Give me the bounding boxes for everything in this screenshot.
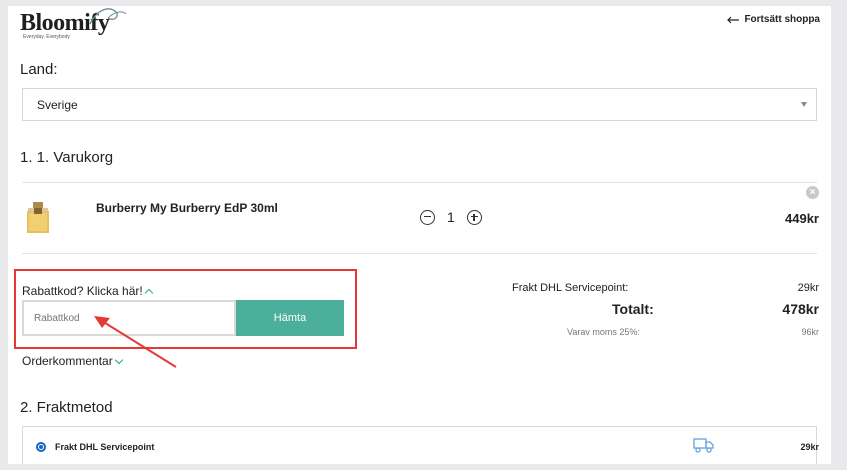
continue-shopping-label: Fortsätt shoppa [744,14,820,25]
shipping-option-price: 29kr [800,442,819,452]
shipping-method-title: 2. Fraktmetod [20,399,113,416]
arrow-left-icon [727,16,740,23]
product-name[interactable]: Burberry My Burberry EdP 30ml [96,201,278,215]
shipping-cost-label: Frakt DHL Servicepoint: [512,282,629,294]
total-label: Totalt: [612,301,654,317]
country-select[interactable]: Sverige [22,88,817,121]
continue-shopping-link[interactable]: Fortsätt shoppa [726,14,820,25]
cart-title: 1. 1. Varukorg [20,149,114,166]
caret-down-icon [801,102,807,107]
chevron-up-icon [144,288,153,298]
order-comment-label: Orderkommentar [22,354,113,368]
coupon-toggle[interactable]: Rabattkod? Klicka här! [22,284,153,298]
logo-swoosh-icon [89,8,127,25]
minus-circle-icon[interactable] [420,209,435,225]
divider [22,253,817,254]
coupon-toggle-label: Rabattkod? Klicka här! [22,284,143,298]
total-value: 478kr [782,301,819,317]
quantity-stepper: 1 [420,209,482,225]
apply-coupon-button[interactable]: Hämta [236,300,344,336]
vat-label: Varav moms 25%: [567,327,640,337]
country-label: Land: [20,61,58,78]
order-comment-toggle[interactable]: Orderkommentar [22,354,123,368]
chevron-down-icon [114,355,123,365]
remove-item-icon[interactable]: × [806,186,819,199]
truck-icon [693,438,714,453]
item-price: 449kr [785,211,819,226]
quantity-value: 1 [447,209,455,225]
shipping-cost-value: 29kr [797,282,819,294]
shipping-option-radio[interactable] [36,442,46,452]
vat-value: 96kr [801,327,819,337]
country-selected-value: Sverige [37,97,78,112]
shipping-option-label: Frakt DHL Servicepoint [55,442,155,452]
checkout-page: Bloomify Everyday. Everybody Fortsätt sh… [8,6,831,464]
brand-tagline: Everyday. Everybody [23,34,70,40]
plus-circle-icon[interactable] [466,209,482,225]
perfume-bottle-icon [27,202,49,233]
